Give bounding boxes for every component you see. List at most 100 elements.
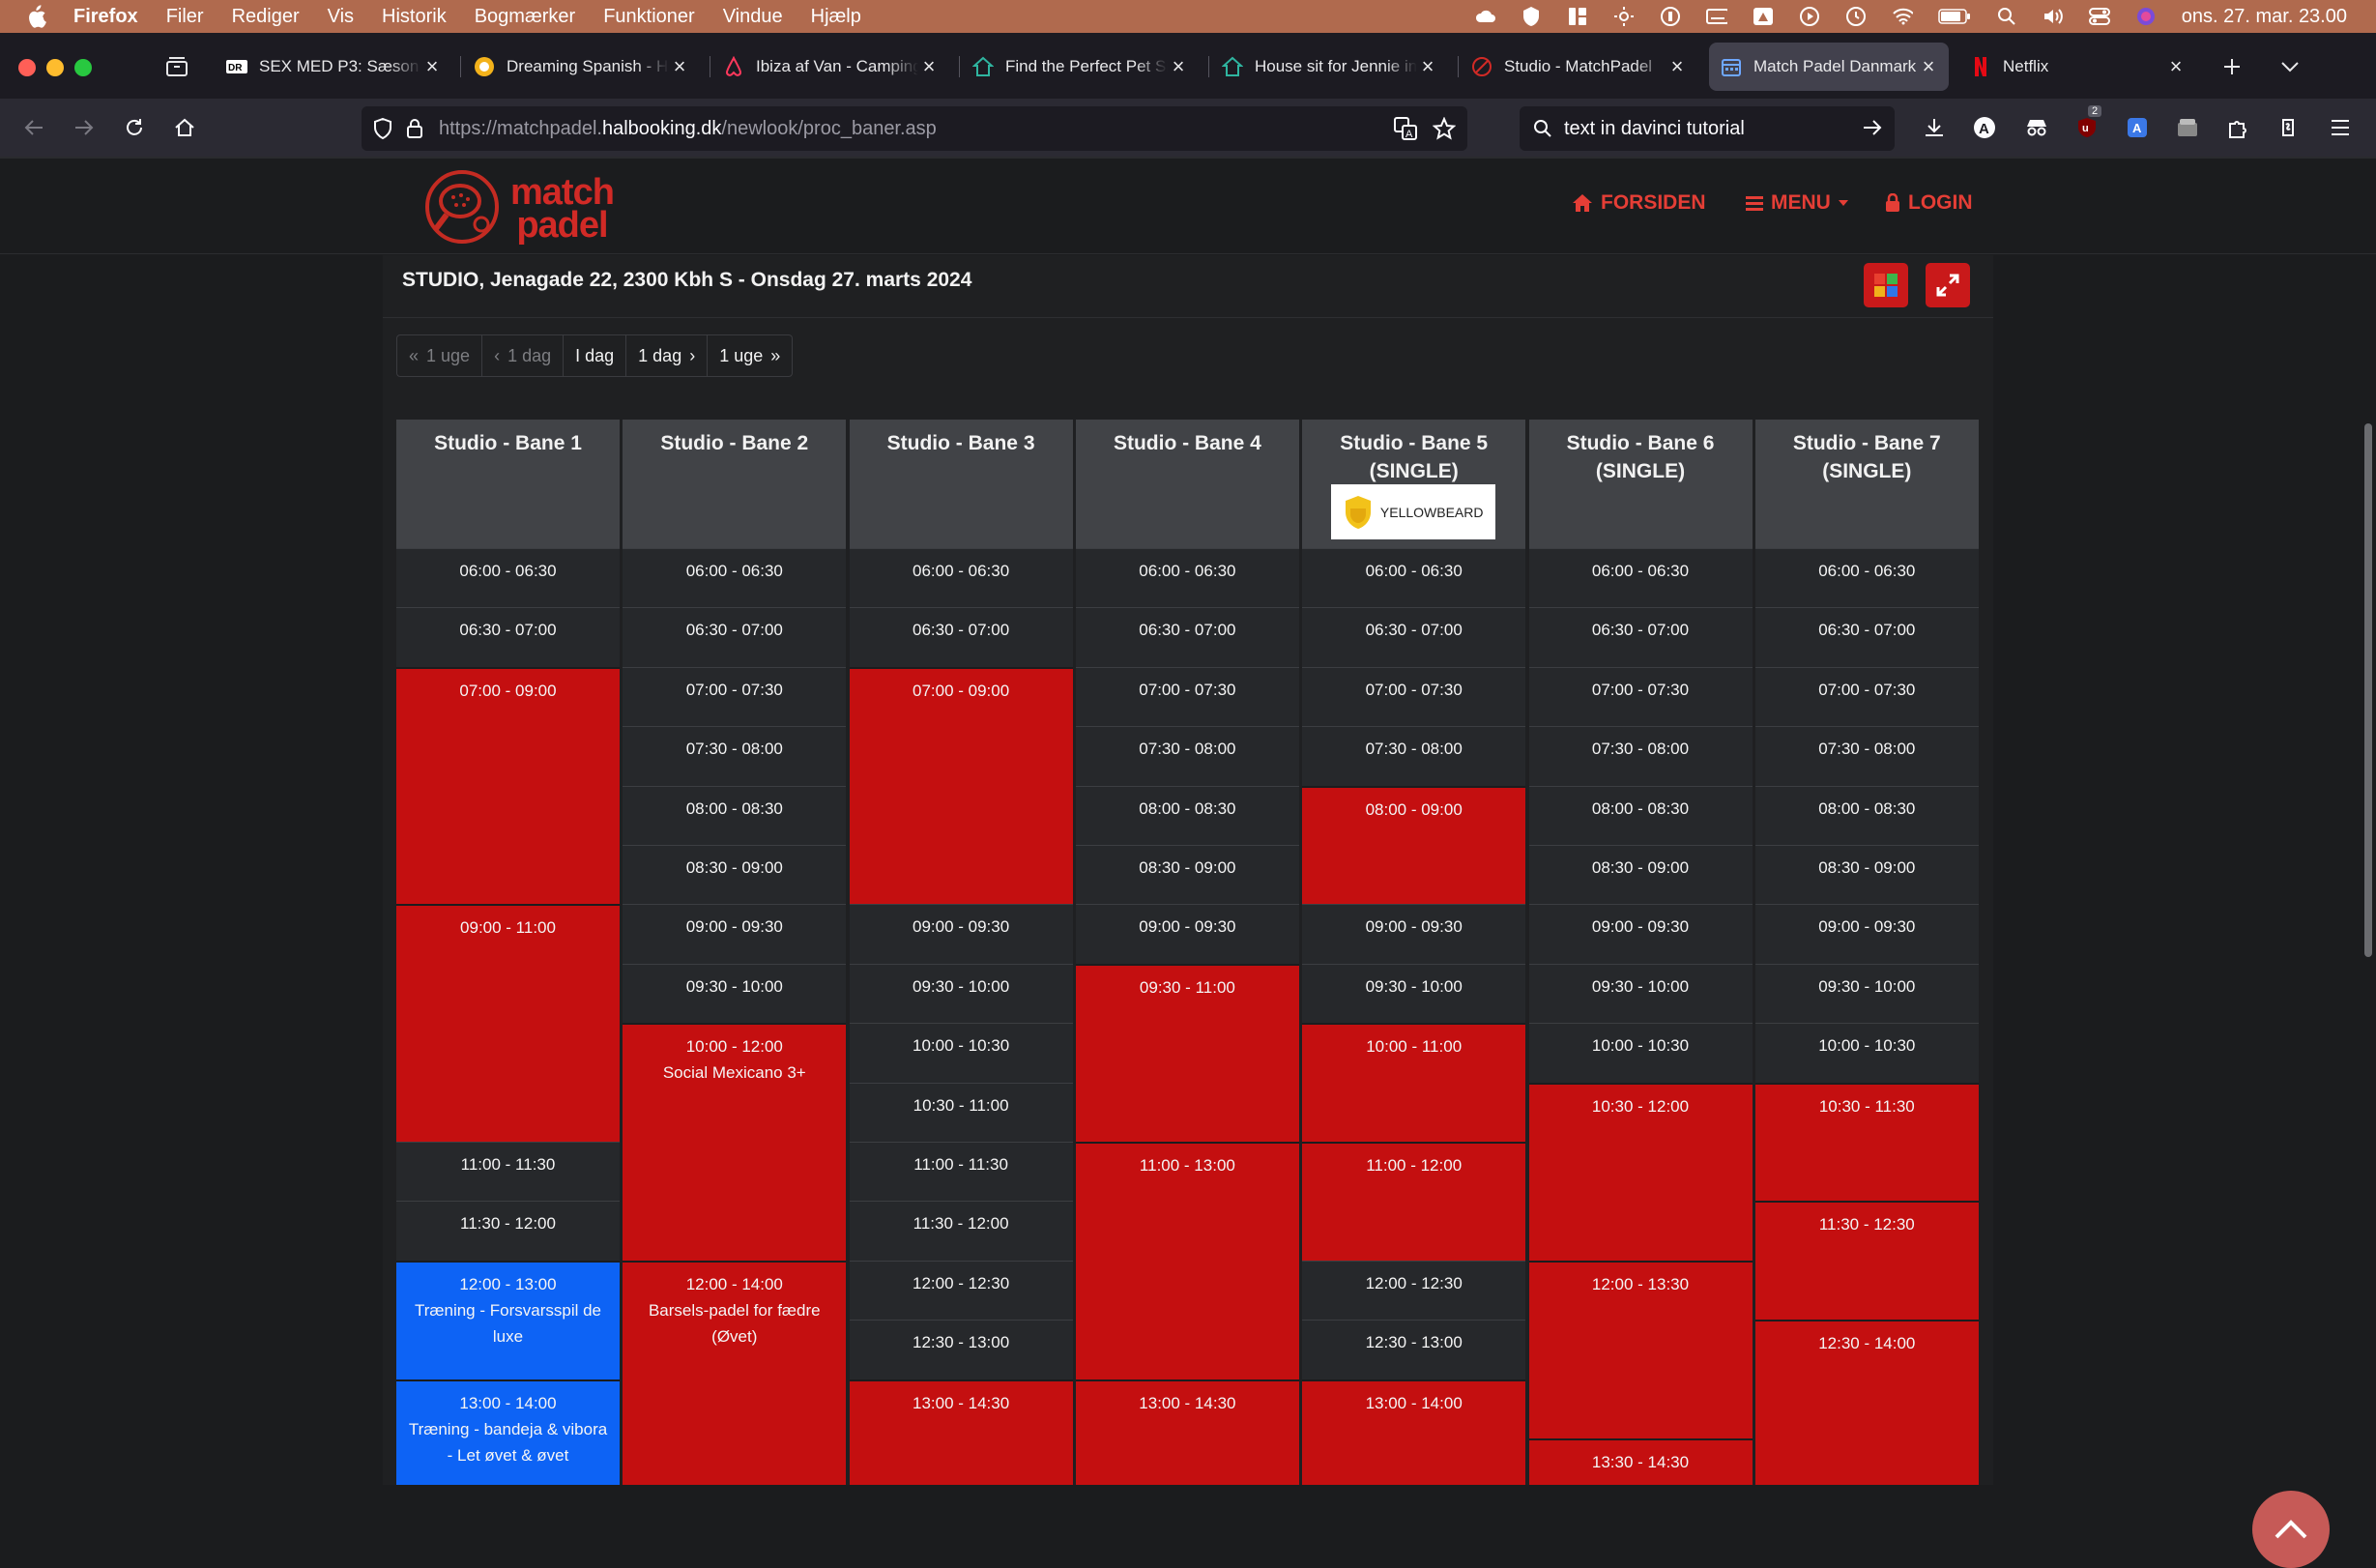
script-extension-icon[interactable]: [2272, 111, 2304, 144]
tab-sex-med-p3[interactable]: DR SEX MED P3: Sæson 1 - Hele ×: [215, 43, 452, 91]
available-time-slot[interactable]: 07:30 - 08:00: [623, 726, 847, 786]
forward-icon[interactable]: [68, 111, 101, 144]
booked-time-slot[interactable]: 11:00 - 13:00: [1075, 1142, 1299, 1379]
available-time-slot[interactable]: 06:30 - 07:00: [1075, 607, 1299, 667]
url-bar[interactable]: https://matchpadel. halbooking.dk/newlook…: [362, 106, 1467, 151]
training-time-slot[interactable]: 13:00 - 14:00 Træning - bandeja & vibora …: [396, 1379, 620, 1485]
next-day-button[interactable]: 1 dag ›: [626, 335, 709, 376]
spotlight-search-icon[interactable]: [1996, 6, 2017, 27]
fullscreen-button[interactable]: [1926, 263, 1970, 307]
tab-ibiza-van[interactable]: Ibiza af Van - Camping ×: [711, 43, 949, 91]
matchpadel-logo[interactable]: match padel: [421, 170, 615, 247]
next-week-button[interactable]: 1 uge »: [708, 335, 792, 376]
tracking-protection-icon[interactable]: [373, 118, 392, 139]
available-time-slot[interactable]: 09:00 - 09:30: [1302, 904, 1526, 964]
scroll-to-top-button[interactable]: [2252, 1491, 2330, 1568]
account-avatar-icon[interactable]: A: [1968, 111, 2001, 144]
available-time-slot[interactable]: 12:00 - 12:30: [1302, 1260, 1526, 1321]
available-time-slot[interactable]: 06:30 - 07:00: [849, 607, 1073, 667]
new-tab-icon[interactable]: [2216, 50, 2248, 83]
available-time-slot[interactable]: 07:00 - 07:30: [1528, 666, 1753, 727]
available-time-slot[interactable]: 06:30 - 07:00: [1528, 607, 1753, 667]
menu-historik[interactable]: Historik: [382, 6, 447, 28]
available-time-slot[interactable]: 07:30 - 08:00: [1754, 726, 1979, 786]
available-time-slot[interactable]: 06:00 - 06:30: [1528, 548, 1753, 608]
close-tab-icon[interactable]: ×: [1168, 54, 1189, 79]
prev-week-button[interactable]: « 1 uge: [397, 335, 483, 376]
page-scrollbar[interactable]: [2364, 423, 2372, 957]
available-time-slot[interactable]: 09:30 - 10:00: [849, 963, 1073, 1024]
booked-time-slot[interactable]: 13:00 - 14:30: [849, 1379, 1073, 1485]
available-time-slot[interactable]: 06:30 - 07:00: [1302, 607, 1526, 667]
booked-time-slot[interactable]: 13:00 - 14:00: [1302, 1379, 1526, 1485]
back-icon[interactable]: [17, 111, 50, 144]
incognito-extension-icon[interactable]: [2020, 111, 2053, 144]
available-time-slot[interactable]: 09:00 - 09:30: [1754, 904, 1979, 964]
lock-icon[interactable]: [406, 118, 423, 139]
close-tab-icon[interactable]: ×: [2165, 54, 2187, 79]
volume-icon[interactable]: [2043, 6, 2064, 27]
available-time-slot[interactable]: 10:00 - 10:30: [1754, 1023, 1979, 1083]
close-tab-icon[interactable]: ×: [1918, 54, 1939, 79]
available-time-slot[interactable]: 07:00 - 07:30: [1302, 666, 1526, 727]
menubar-clock[interactable]: ons. 27. mar. 23.00: [2182, 6, 2347, 28]
firefox-view-icon[interactable]: [160, 50, 193, 83]
available-time-slot[interactable]: 11:30 - 12:00: [396, 1201, 620, 1261]
menu-funktioner[interactable]: Funktioner: [603, 6, 695, 28]
menu-vindue[interactable]: Vindue: [723, 6, 783, 28]
siri-icon[interactable]: [2135, 6, 2157, 27]
app-menu-icon[interactable]: [2324, 111, 2357, 144]
tab-dreaming-spanish[interactable]: Dreaming Spanish - How to ×: [462, 43, 700, 91]
available-time-slot[interactable]: 06:30 - 07:00: [396, 607, 620, 667]
booked-time-slot[interactable]: 07:00 - 09:00: [396, 666, 620, 905]
home-icon[interactable]: [168, 111, 201, 144]
extensions-puzzle-icon[interactable]: [2221, 111, 2254, 144]
available-time-slot[interactable]: 09:00 - 09:30: [623, 904, 847, 964]
booked-time-slot[interactable]: 09:30 - 11:00: [1075, 963, 1299, 1142]
booked-time-slot[interactable]: 11:00 - 12:00: [1302, 1142, 1526, 1261]
available-time-slot[interactable]: 09:00 - 09:30: [1075, 904, 1299, 964]
tab-find-pet-sitter[interactable]: Find the Perfect Pet Sitter ×: [961, 43, 1199, 91]
booked-time-slot[interactable]: 10:30 - 12:00: [1528, 1082, 1753, 1261]
battery-icon[interactable]: [1938, 6, 1971, 27]
available-time-slot[interactable]: 12:30 - 13:00: [1302, 1320, 1526, 1379]
booked-time-slot[interactable]: 09:00 - 11:00: [396, 904, 620, 1142]
close-tab-icon[interactable]: ×: [1417, 54, 1438, 79]
nav-forsiden-link[interactable]: FORSIDEN: [1572, 191, 1706, 215]
nav-login-link[interactable]: LOGIN: [1885, 191, 1973, 215]
booked-time-slot[interactable]: 10:00 - 11:00: [1302, 1023, 1526, 1142]
apple-logo-icon[interactable]: [25, 5, 52, 28]
available-time-slot[interactable]: 07:30 - 08:00: [1302, 726, 1526, 786]
keyboard-icon[interactable]: [1705, 6, 1727, 27]
booked-time-slot[interactable]: 13:30 - 14:30: [1528, 1438, 1753, 1485]
available-time-slot[interactable]: 06:30 - 07:00: [623, 607, 847, 667]
close-tab-icon[interactable]: ×: [918, 54, 940, 79]
nav-menu-dropdown[interactable]: MENU: [1746, 191, 1848, 215]
window-minimize-button[interactable]: [46, 59, 64, 76]
menu-rediger[interactable]: Rediger: [232, 6, 300, 28]
available-time-slot[interactable]: 09:30 - 10:00: [623, 963, 847, 1024]
close-tab-icon[interactable]: ×: [669, 54, 690, 79]
cloud-sync-icon[interactable]: [1474, 6, 1495, 27]
menu-vis[interactable]: Vis: [328, 6, 354, 28]
available-time-slot[interactable]: 08:00 - 08:30: [1528, 785, 1753, 845]
booked-time-slot[interactable]: 10:00 - 12:00 Social Mexicano 3+: [623, 1023, 847, 1261]
available-time-slot[interactable]: 08:30 - 09:00: [623, 845, 847, 905]
window-zoom-button[interactable]: [74, 59, 92, 76]
time-machine-icon[interactable]: [1845, 6, 1867, 27]
shield-app-icon[interactable]: [1521, 6, 1542, 27]
play-circle-icon[interactable]: [1799, 6, 1820, 27]
color-legend-button[interactable]: [1864, 263, 1908, 307]
available-time-slot[interactable]: 12:00 - 12:30: [849, 1260, 1073, 1321]
tab-house-sit[interactable]: House sit for Jennie in ×: [1210, 43, 1448, 91]
available-time-slot[interactable]: 08:30 - 09:00: [1754, 845, 1979, 905]
available-time-slot[interactable]: 06:00 - 06:30: [623, 548, 847, 608]
list-all-tabs-icon[interactable]: [2274, 50, 2306, 83]
available-time-slot[interactable]: 08:00 - 08:30: [1754, 785, 1979, 845]
menu-hjaelp[interactable]: Hjælp: [811, 6, 861, 28]
available-time-slot[interactable]: 11:00 - 11:30: [849, 1142, 1073, 1202]
available-time-slot[interactable]: 09:30 - 10:00: [1528, 963, 1753, 1024]
window-close-button[interactable]: [18, 59, 36, 76]
available-time-slot[interactable]: 08:00 - 08:30: [1075, 785, 1299, 845]
available-time-slot[interactable]: 07:00 - 07:30: [1075, 666, 1299, 727]
